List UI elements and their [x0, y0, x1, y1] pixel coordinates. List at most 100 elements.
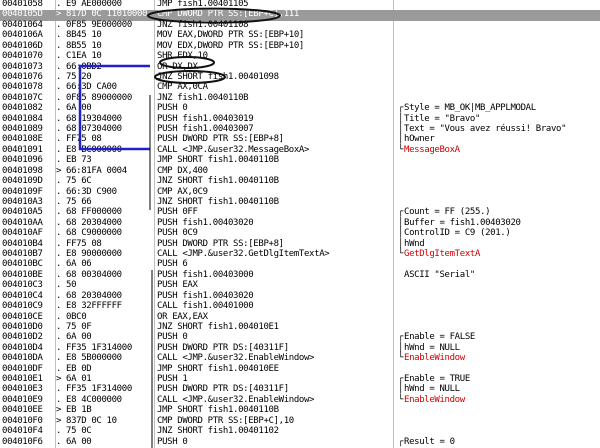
- instruction-cell: PUSH fish1.00403019: [157, 113, 254, 124]
- instruction-cell: PUSH fish1.00403020: [157, 217, 254, 228]
- address-cell: 0040109F: [2, 186, 43, 197]
- hexdump-cell: 0BC0: [66, 311, 87, 322]
- instruction-cell: CALL <JMP.&user32.EnableWindow>: [157, 394, 315, 405]
- address-cell: 004010F6: [2, 436, 43, 447]
- instruction-cell: PUSH DWORD PTR DS:[40311F]: [157, 342, 289, 353]
- jump-marker: .: [56, 186, 62, 197]
- address-cell: 00401084: [2, 113, 43, 124]
- address-cell: 004010AF: [2, 228, 43, 239]
- address-cell: 00401073: [2, 61, 43, 72]
- comment-cell: hWnd = NULL: [404, 342, 460, 353]
- hexdump-cell: 75 0C: [66, 426, 92, 437]
- hexdump-cell: 6A 00: [66, 103, 92, 114]
- comment-cell: Count = FF (255.): [404, 207, 491, 218]
- address-cell: 004010A3: [2, 196, 43, 207]
- comment-cell: Enable = FALSE: [404, 332, 475, 343]
- jump-marker: .: [56, 124, 62, 135]
- comment-cell: hWnd = NULL: [404, 384, 460, 395]
- jump-marker: .: [56, 228, 62, 239]
- address-cell: 0040105D: [2, 9, 43, 20]
- address-cell: 004010C4: [2, 290, 43, 301]
- instruction-cell: CALL <JMP.&user32.EnableWindow>: [157, 353, 315, 364]
- arg-bracket: │: [398, 384, 404, 395]
- address-cell: 004010B7: [2, 249, 43, 260]
- cpu-disassembly-pane[interactable]: 00401058. E9 AE000000 JMP fish1.00401105 00…: [0, 0, 600, 448]
- hexdump-cell: 6A 00: [66, 332, 92, 343]
- jump-marker: .: [56, 217, 62, 228]
- disassembly-row[interactable]: 004010C9. E8 32FFFFFF CALL fish1.00401000: [0, 301, 600, 312]
- instruction-cell: MOV EAX,DWORD PTR SS:[EBP+10]: [157, 30, 304, 41]
- hexdump-cell: E8 32FFFFFF: [66, 301, 122, 312]
- hexdump-cell: 817D 0C 11010000: [66, 9, 148, 20]
- disassembly-row[interactable]: 004010BE. 68 00304000 PUSH fish1.00403000 A…: [0, 269, 600, 281]
- hexdump-cell: 68 07304000: [66, 124, 122, 135]
- instruction-cell: CALL <JMP.&user32.MessageBoxA>: [157, 144, 310, 155]
- arg-bracket: ┌: [398, 436, 404, 447]
- jump-marker: .: [56, 155, 62, 166]
- jump-marker: .: [56, 259, 62, 270]
- hexdump-cell: FF75 08: [66, 238, 102, 249]
- hexdump-cell: 68 00304000: [66, 269, 122, 280]
- address-cell: 00401096: [2, 155, 43, 166]
- arg-bracket: └: [398, 144, 404, 155]
- hexdump-cell: FF35 1F314000: [66, 342, 132, 353]
- address-cell: 004010C9: [2, 301, 43, 312]
- jump-marker: .: [56, 51, 62, 62]
- hexdump-cell: EB 0D: [66, 363, 92, 374]
- comment-cell: Title = "Bravo": [404, 113, 481, 124]
- address-cell: 004010F4: [2, 426, 43, 437]
- instruction-cell: JNZ fish1.0040110B: [157, 92, 249, 103]
- arg-bracket: ┌: [398, 207, 404, 218]
- jump-marker: .: [56, 363, 62, 374]
- instruction-cell: PUSH 0: [157, 436, 188, 447]
- comment-cell: ASCII "Serial": [404, 269, 475, 280]
- address-cell: 004010E3: [2, 384, 43, 395]
- hexdump-cell: 8B55 10: [66, 40, 102, 51]
- api-call-comment: MessageBoxA: [404, 144, 460, 155]
- disassembly-row[interactable]: 004010F6. 6A 00 PUSH 0 ┌ Result = 0: [0, 436, 600, 448]
- hexdump-cell: E8 BC000000: [66, 144, 122, 155]
- address-cell: 00401064: [2, 19, 43, 30]
- instruction-cell: PUSH 0C9: [157, 228, 198, 239]
- instruction-cell: PUSH fish1.00403007: [157, 124, 254, 135]
- jump-marker: .: [56, 238, 62, 249]
- address-cell: 004010E9: [2, 394, 43, 405]
- jump-marker: .: [56, 40, 62, 51]
- instruction-cell: PUSH 0: [157, 332, 188, 343]
- address-cell: 004010B4: [2, 238, 43, 249]
- hexdump-cell: 837D 0C 10: [66, 415, 117, 426]
- address-cell: 004010D0: [2, 321, 43, 332]
- hexdump-cell: FF35 1F314000: [66, 384, 132, 395]
- instruction-cell: PUSH DWORD PTR DS:[40311F]: [157, 384, 289, 395]
- hexdump-cell: 66:3D CA00: [66, 82, 117, 93]
- hexdump-cell: 6A 01: [66, 374, 92, 385]
- jump-marker: .: [56, 436, 62, 447]
- jump-marker: >: [56, 415, 62, 426]
- hexdump-cell: 68 20304000: [66, 290, 122, 301]
- hexdump-cell: 75 20: [66, 71, 92, 82]
- address-cell: 00401098: [2, 165, 43, 176]
- arg-bracket: │: [398, 228, 404, 239]
- instruction-cell: JNZ fish1.00401108: [157, 19, 249, 30]
- hexdump-cell: EB 1B: [66, 405, 92, 416]
- address-cell: 0040109D: [2, 176, 43, 187]
- instruction-cell: PUSH 1: [157, 374, 188, 385]
- jump-marker: .: [56, 134, 62, 145]
- api-call-comment: EnableWindow: [404, 394, 465, 405]
- address-cell: 0040108E: [2, 134, 43, 145]
- jump-marker: .: [56, 384, 62, 395]
- hexdump-cell: 6A 06: [66, 259, 92, 270]
- jump-marker: .: [56, 196, 62, 207]
- hexdump-cell: E8 90000000: [66, 249, 122, 260]
- address-cell: 0040107C: [2, 92, 43, 103]
- arg-bracket: └: [398, 353, 404, 364]
- instruction-cell: JNZ SHORT fish1.00401102: [157, 426, 279, 437]
- hexdump-cell: 50: [66, 280, 77, 291]
- instruction-cell: MOV EDX,DWORD PTR SS:[EBP+10]: [157, 40, 304, 51]
- address-cell: 004010DA: [2, 353, 43, 364]
- address-cell: 004010D2: [2, 332, 43, 343]
- arg-bracket: ┌: [398, 103, 404, 114]
- address-cell: 004010E1: [2, 374, 43, 385]
- hexdump-cell: 8B45 10: [66, 30, 102, 41]
- jump-marker: .: [56, 103, 62, 114]
